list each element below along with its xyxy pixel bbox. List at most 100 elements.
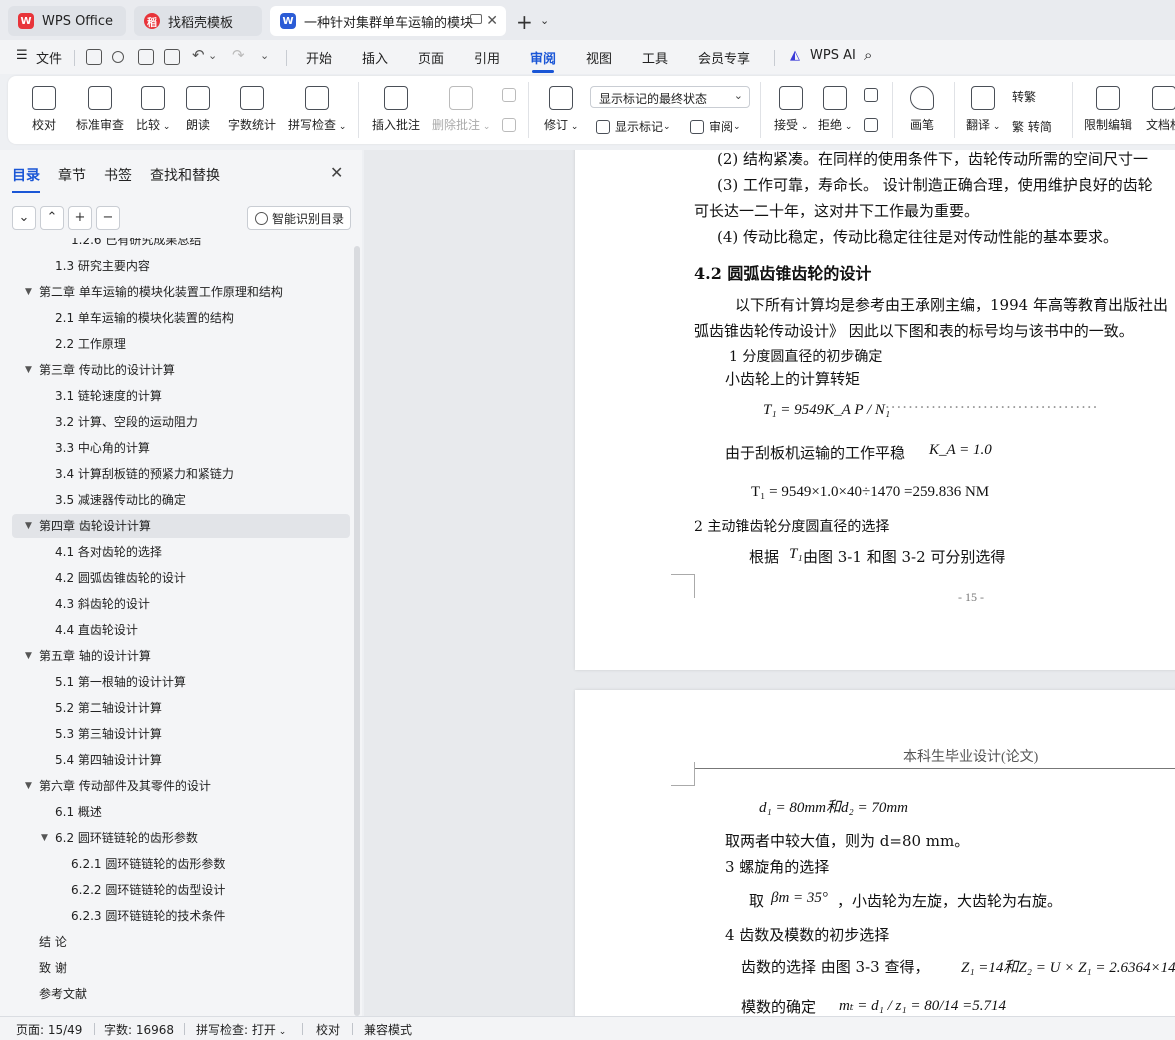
spell-check-status[interactable]: 拼写检查: 打开 ⌄ <box>196 1021 286 1038</box>
read-aloud-button[interactable]: 朗读 <box>186 86 210 133</box>
toc-item[interactable]: 5.2 第二轴设计计算 <box>12 696 350 720</box>
previous-comment-button[interactable] <box>502 88 521 102</box>
menu-review[interactable]: 审阅 <box>530 48 556 73</box>
print-preview-icon[interactable] <box>164 49 180 65</box>
insert-comment-button[interactable]: 插入批注 <box>372 86 420 133</box>
word-count-button[interactable]: 字数统计 <box>228 86 276 133</box>
smart-toc-button[interactable]: 智能识别目录 <box>247 206 351 230</box>
remove-heading-button[interactable]: − <box>96 206 120 230</box>
pen-button[interactable]: 画笔 <box>910 86 934 133</box>
next-comment-button[interactable] <box>502 118 521 132</box>
share-icon[interactable] <box>112 51 124 63</box>
undo-icon[interactable]: ↶ <box>192 46 205 64</box>
convert-to-traditional-button[interactable]: 转繁 <box>1012 88 1036 105</box>
toc-item[interactable]: ▼ 第五章 轴的设计计算 <box>12 644 350 668</box>
menu-home[interactable]: 开始 <box>306 48 332 67</box>
tab-find-replace[interactable]: 查找和替换 <box>150 165 220 185</box>
convert-to-simplified-button[interactable]: 繁 转简 <box>1012 118 1052 135</box>
panel-scrollbar[interactable] <box>354 246 360 1016</box>
compare-button[interactable]: 比较 ⌄ <box>136 86 170 133</box>
search-icon[interactable]: ⌕ <box>864 46 872 64</box>
tab-current-document[interactable]: W 一种针对集群单车运输的模块 ✕ <box>270 6 506 36</box>
toc-item[interactable]: 1.2.6 已有研究成果总结 <box>12 238 350 252</box>
toc-item[interactable]: ▼ 第三章 传动比的设计计算 <box>12 358 350 382</box>
tab-wps-office[interactable]: W WPS Office <box>8 6 126 36</box>
toc-item[interactable]: 3.3 中心角的计算 <box>12 436 350 460</box>
wps-ai-logo-icon[interactable]: ◭ <box>790 48 800 63</box>
expand-arrow-icon[interactable]: ▼ <box>25 280 32 304</box>
close-tab-icon[interactable]: ✕ <box>486 13 498 29</box>
toc-item[interactable]: 6.2.1 圆环链链轮的齿形参数 <box>12 852 350 876</box>
standard-review-button[interactable]: 标准审查 <box>76 86 124 133</box>
toc-item[interactable]: 5.3 第三轴设计计算 <box>12 722 350 746</box>
proofread-button[interactable]: 校对 <box>32 86 56 133</box>
close-panel-icon[interactable]: ✕ <box>330 163 343 182</box>
toc-item[interactable]: 6.2.3 圆环链链轮的技术条件 <box>12 904 350 928</box>
expand-arrow-icon[interactable]: ▼ <box>41 826 48 850</box>
expand-arrow-icon[interactable]: ▼ <box>25 774 32 798</box>
restrict-editing-button[interactable]: 限制编辑 <box>1084 86 1132 133</box>
delete-comment-button[interactable]: 删除批注 ⌄ <box>432 86 490 133</box>
collapse-down-button[interactable]: ⌄ <box>12 206 36 230</box>
undo-dropdown-icon[interactable]: ⌄ <box>208 49 217 62</box>
menu-insert[interactable]: 插入 <box>362 48 388 67</box>
toc-item[interactable]: 4.4 直齿轮设计 <box>12 618 350 642</box>
review-pane-button[interactable]: 审阅 ⌄ <box>690 118 741 135</box>
menu-page[interactable]: 页面 <box>418 48 444 67</box>
toc-item[interactable]: ▼ 第六章 传动部件及其零件的设计 <box>12 774 350 798</box>
toc-item[interactable]: 6.2.2 圆环链链轮的齿型设计 <box>12 878 350 902</box>
collapse-up-button[interactable]: ⌃ <box>40 206 64 230</box>
window-display-icon[interactable] <box>470 14 482 24</box>
expand-arrow-icon[interactable]: ▼ <box>25 358 32 382</box>
toc-item[interactable]: 3.2 计算、空段的运动阻力 <box>12 410 350 434</box>
add-heading-button[interactable]: + <box>68 206 92 230</box>
reject-button[interactable]: 拒绝 ⌄ <box>818 86 852 133</box>
toc-item[interactable]: 4.3 斜齿轮的设计 <box>12 592 350 616</box>
next-change-button[interactable] <box>864 118 883 132</box>
menu-references[interactable]: 引用 <box>474 48 500 67</box>
toc-item[interactable]: 结 论 <box>12 930 350 954</box>
new-tab-icon[interactable]: + <box>516 10 533 34</box>
toc-item[interactable]: 6.1 概述 <box>12 800 350 824</box>
word-count-status[interactable]: 字数: 16968 <box>104 1021 174 1038</box>
translate-button[interactable]: 翻译 ⌄ <box>966 86 1000 133</box>
hamburger-menu-icon[interactable]: ☰ <box>16 48 28 63</box>
accept-button[interactable]: 接受 ⌄ <box>774 86 808 133</box>
menu-wps-ai[interactable]: WPS AI <box>810 48 856 63</box>
toc-item[interactable]: 致 谢 <box>12 956 350 980</box>
toc-item[interactable]: 3.5 减速器传动比的确定 <box>12 488 350 512</box>
toc-item[interactable]: 2.1 单车运输的模块化装置的结构 <box>12 306 350 330</box>
expand-arrow-icon[interactable]: ▼ <box>25 644 32 668</box>
document-permission-button[interactable]: 文档权 <box>1146 86 1175 133</box>
print-icon[interactable] <box>138 49 154 65</box>
toc-item[interactable]: ▼ 第四章 齿轮设计计算 <box>12 514 350 538</box>
expand-arrow-icon[interactable]: ▼ <box>25 514 32 538</box>
toc-item[interactable]: 参考文献 <box>12 982 350 1006</box>
toc-item[interactable]: ▼ 第二章 单车运输的模块化装置工作原理和结构 <box>12 280 350 304</box>
page-indicator[interactable]: 页面: 15/49 <box>16 1021 82 1038</box>
redo-icon[interactable]: ↷ <box>232 46 245 64</box>
menu-view[interactable]: 视图 <box>586 48 612 67</box>
toc-item[interactable]: 4.2 圆弧齿锥齿轮的设计 <box>12 566 350 590</box>
previous-change-button[interactable] <box>864 88 883 102</box>
menu-member[interactable]: 会员专享 <box>698 48 750 67</box>
revise-button[interactable]: 修订 ⌄ <box>544 86 578 133</box>
menu-file[interactable]: 文件 <box>36 48 62 67</box>
toc-item[interactable]: 2.2 工作原理 <box>12 332 350 356</box>
tab-toc[interactable]: 目录 <box>12 165 40 193</box>
toc-item[interactable]: 5.4 第四轴设计计算 <box>12 748 350 772</box>
markup-display-select[interactable]: 显示标记的最终状态 ⌄ <box>590 86 750 108</box>
toc-item[interactable]: 5.1 第一根轴的设计计算 <box>12 670 350 694</box>
proofread-status[interactable]: 校对 <box>316 1021 340 1038</box>
toc-item[interactable]: 4.1 各对齿轮的选择 <box>12 540 350 564</box>
save-icon[interactable] <box>86 49 102 65</box>
tab-bookmarks[interactable]: 书签 <box>104 165 132 185</box>
more-quick-actions-icon[interactable]: ⌄ <box>260 49 269 62</box>
tab-docer-templates[interactable]: 稻 找稻壳模板 <box>134 6 262 36</box>
tab-sections[interactable]: 章节 <box>58 165 86 185</box>
toc-item[interactable]: 3.1 链轮速度的计算 <box>12 384 350 408</box>
menu-tools[interactable]: 工具 <box>642 48 668 67</box>
spell-check-button[interactable]: 拼写检查 ⌄ <box>288 86 346 133</box>
show-markup-button[interactable]: 显示标记 ⌄ <box>596 118 671 135</box>
chevron-down-icon[interactable]: ⌄ <box>540 14 549 27</box>
